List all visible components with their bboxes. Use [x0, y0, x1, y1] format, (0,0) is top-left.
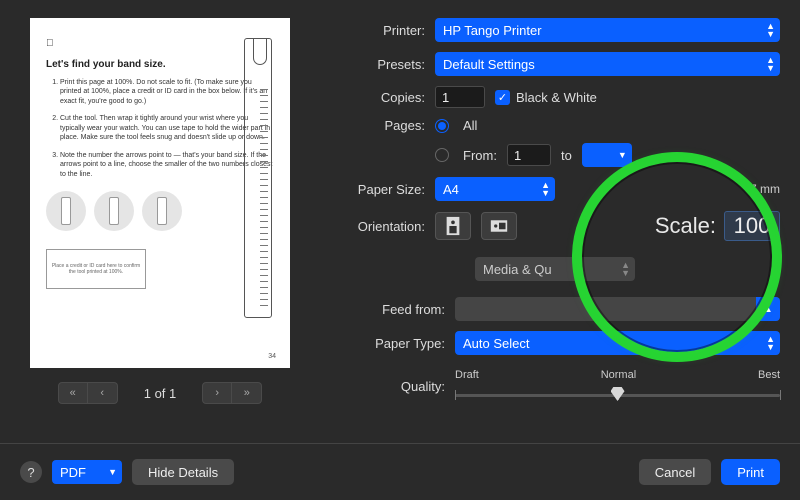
quality-mark-best: Best [758, 369, 780, 381]
printer-select[interactable]: HP Tango Printer [435, 18, 780, 42]
copies-label: Copies: [330, 90, 425, 105]
pages-from-label: From: [463, 148, 497, 163]
feed-from-label: Feed from: [330, 302, 445, 317]
preview-column:  Let's find your band size. Print this … [20, 18, 300, 404]
print-options: Printer: HP Tango Printer ▲▼ Presets: De… [330, 18, 780, 404]
print-dialog:  Let's find your band size. Print this … [0, 0, 800, 500]
preview-page:  Let's find your band size. Print this … [30, 18, 290, 368]
chevron-updown-icon: ▲▼ [766, 335, 775, 351]
check-icon: ✓ [495, 90, 510, 105]
chevron-updown-icon: ▲▼ [766, 56, 775, 72]
chevron-updown-icon: ▲▼ [541, 181, 550, 197]
presets-select[interactable]: Default Settings [435, 52, 780, 76]
printer-label: Printer: [330, 23, 425, 38]
chevron-down-icon: ▼ [618, 151, 627, 159]
chevron-updown-icon: ▲▼ [766, 22, 775, 38]
hide-details-button[interactable]: Hide Details [132, 459, 234, 485]
cancel-button[interactable]: Cancel [639, 459, 711, 485]
paper-size-dimensions: 7 mm [750, 182, 780, 196]
paper-type-select[interactable]: Auto Select [455, 331, 780, 355]
copies-input[interactable] [435, 86, 485, 108]
preview-heading: Let's find your band size. [46, 59, 274, 70]
pager-first-button[interactable]: « [58, 382, 88, 404]
orientation-label: Orientation: [330, 219, 425, 234]
orientation-portrait-button[interactable] [435, 212, 471, 240]
paper-size-label: Paper Size: [330, 182, 425, 197]
quality-label: Quality: [330, 379, 445, 394]
pages-all-label: All [463, 118, 477, 133]
paper-size-select[interactable]: A4 [435, 177, 555, 201]
preview-ruler [244, 38, 272, 318]
pages-all-radio[interactable] [435, 119, 449, 133]
chevron-updown-icon: ▲▼ [621, 261, 630, 277]
preview-card-box: Place a credit or ID card here to confir… [46, 249, 146, 289]
feed-from-select[interactable] [455, 297, 780, 321]
preview-page-number: 34 [268, 353, 276, 360]
pager-next-button[interactable]: › [202, 382, 232, 404]
pages-from-input[interactable] [507, 144, 551, 166]
pdf-menu[interactable]: PDF [52, 460, 122, 484]
landscape-icon [490, 216, 508, 236]
help-button[interactable]: ? [20, 461, 42, 483]
pages-to-label: to [561, 148, 572, 163]
black-white-label: Black & White [516, 90, 597, 105]
apple-logo-icon:  [46, 38, 274, 49]
pager-prev-button[interactable]: ‹ [88, 382, 118, 404]
quality-slider[interactable] [455, 385, 780, 403]
preview-step: Print this page at 100%. Do not scale to… [60, 78, 274, 106]
pages-label: Pages: [330, 118, 425, 133]
black-white-checkbox[interactable]: ✓ Black & White [495, 90, 597, 105]
scale-label: Scale: [655, 213, 716, 239]
paper-type-label: Paper Type: [330, 336, 445, 351]
print-button[interactable]: Print [721, 459, 780, 485]
section-select[interactable]: Media & Qu [475, 257, 635, 281]
preview-illustrations [46, 191, 274, 231]
dialog-footer: ? PDF ▼ Hide Details Cancel Print [0, 444, 800, 500]
scale-input[interactable] [724, 211, 780, 241]
quality-mark-normal: Normal [601, 369, 636, 381]
preview-step: Note the number the arrows point to — th… [60, 151, 274, 179]
presets-label: Presets: [330, 57, 425, 72]
pager-last-button[interactable]: » [232, 382, 262, 404]
preview-step: Cut the tool. Then wrap it tightly aroun… [60, 114, 274, 142]
pager-count: 1 of 1 [144, 386, 177, 401]
preview-pager: « ‹ 1 of 1 › » [58, 382, 263, 404]
quality-mark-draft: Draft [455, 369, 479, 381]
orientation-landscape-button[interactable] [481, 212, 517, 240]
slider-thumb-icon [611, 387, 625, 401]
pages-range-radio[interactable] [435, 148, 449, 162]
chevron-down-icon: ▼ [108, 468, 117, 476]
portrait-icon [444, 216, 462, 236]
chevron-up-icon: ▲ [756, 297, 780, 321]
pages-to-select[interactable] [582, 143, 632, 167]
